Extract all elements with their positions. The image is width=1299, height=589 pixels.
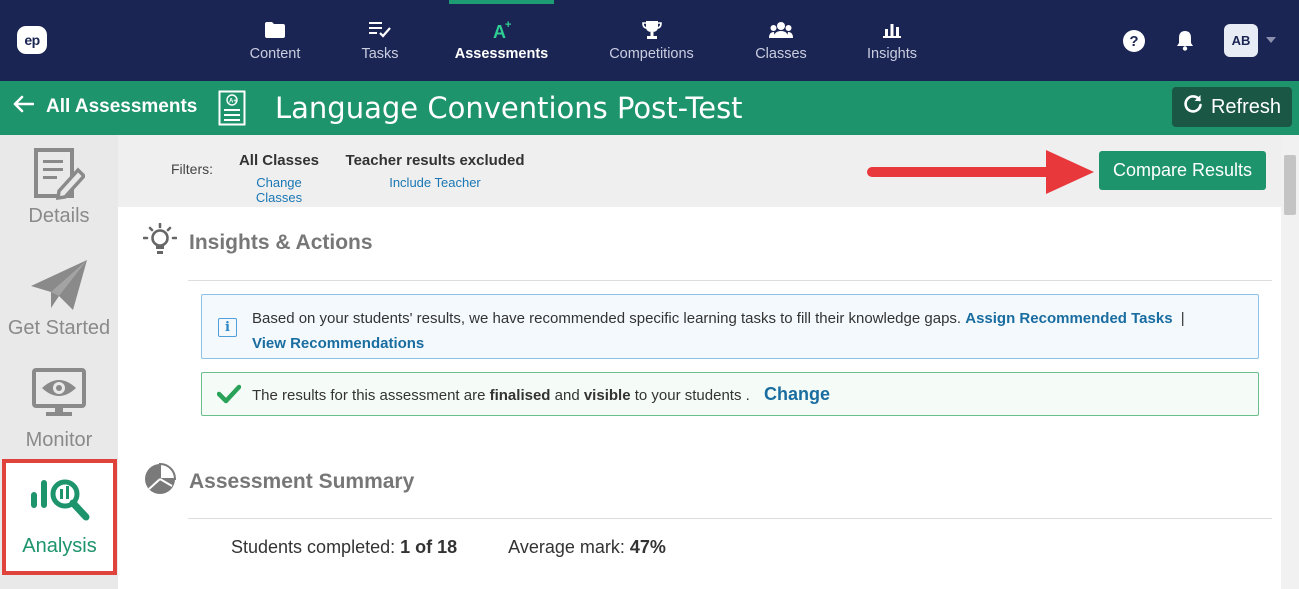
sidebar-item-analysis[interactable]: Analysis <box>2 459 117 575</box>
results-status-box: The results for this assessment are fina… <box>201 372 1259 416</box>
sidebar-item-monitor-label: Monitor <box>25 429 93 451</box>
top-navigation: ep Content Tasks A + Assessments Competit… <box>0 0 1299 81</box>
summary-heading: Assessment Summary <box>143 462 414 502</box>
compare-results-button[interactable]: Compare Results <box>1099 151 1266 190</box>
back-label: All Assessments <box>46 96 198 117</box>
refresh-label: Refresh <box>1210 95 1282 118</box>
user-avatar[interactable]: AB <box>1224 24 1258 57</box>
pie-chart-icon <box>143 462 177 502</box>
summary-heading-label: Assessment Summary <box>189 470 415 493</box>
monitor-eye-icon <box>0 363 118 423</box>
filter-bar: Filters: All Classes Change Classes Teac… <box>118 135 1281 207</box>
refresh-icon <box>1183 94 1203 120</box>
svg-text:+: + <box>505 20 511 31</box>
status-visible: visible <box>583 387 631 404</box>
bell-icon[interactable] <box>1175 29 1195 56</box>
assessment-document-icon: A+ <box>218 90 246 131</box>
recommendation-info-box: i Based on your students' results, we ha… <box>201 294 1259 359</box>
analysis-magnifier-icon <box>6 463 113 535</box>
assessment-header: All Assessments A+ Language Conventions … <box>0 81 1299 135</box>
annotation-arrow-icon <box>866 146 1098 203</box>
completed-value: 1 of 18 <box>400 537 458 557</box>
ep-logo[interactable]: ep <box>17 26 47 54</box>
svg-text:A+: A+ <box>229 99 237 105</box>
average-label: Average mark: <box>508 537 625 557</box>
nav-assessments[interactable]: A + Assessments <box>449 18 554 68</box>
average-value: 47% <box>629 537 666 557</box>
status-text-and: and <box>554 387 580 404</box>
scrollbar-thumb[interactable] <box>1284 155 1296 215</box>
nav-tasks[interactable]: Tasks <box>350 18 410 68</box>
grade-a-plus-icon: A + <box>449 18 554 42</box>
divider <box>188 518 1272 519</box>
results-status-text: The results for this assessment are fina… <box>252 384 830 405</box>
checklist-icon <box>350 18 410 42</box>
summary-stats: Students completed: 1 of 18 Average mark… <box>231 537 666 558</box>
change-visibility-link[interactable]: Change <box>764 384 830 404</box>
assign-recommended-tasks-link[interactable]: Assign Recommended Tasks <box>965 310 1172 327</box>
arrow-left-icon <box>12 95 35 119</box>
view-recommendations-link[interactable]: View Recommendations <box>252 335 424 352</box>
group-icon <box>750 18 812 42</box>
refresh-button[interactable]: Refresh <box>1172 87 1292 127</box>
sidebar-item-details[interactable]: Details <box>0 143 118 243</box>
include-teacher-link[interactable]: Include Teacher <box>340 175 530 190</box>
change-classes-link[interactable]: Change Classes <box>232 175 326 205</box>
document-edit-icon <box>0 143 118 205</box>
completed-label: Students completed: <box>231 537 396 557</box>
nav-insights-label: Insights <box>867 46 917 62</box>
lightbulb-icon <box>142 222 178 263</box>
class-filter: All Classes Change Classes <box>232 152 326 205</box>
sidebar-item-get-started[interactable]: Get Started <box>0 255 118 355</box>
class-filter-value: All Classes <box>238 152 320 169</box>
sidebar-item-get-started-label: Get Started <box>7 317 111 339</box>
bar-chart-icon <box>861 18 923 42</box>
insights-heading: Insights & Actions <box>142 222 373 263</box>
nav-assessments-label: Assessments <box>454 46 549 62</box>
nav-competitions-label: Competitions <box>609 46 694 62</box>
status-text-post: to your students . <box>634 387 750 404</box>
divider <box>188 280 1272 281</box>
sidebar-item-analysis-label: Analysis <box>22 535 97 557</box>
recommendation-text: Based on your students' results, we have… <box>252 306 1242 356</box>
checkmark-icon <box>216 384 242 409</box>
nav-competitions[interactable]: Competitions <box>600 18 703 68</box>
status-text-pre: The results for this assessment are <box>252 387 486 404</box>
chevron-down-icon[interactable] <box>1266 37 1276 43</box>
insights-heading-label: Insights & Actions <box>189 231 373 254</box>
scrollbar[interactable] <box>1281 135 1299 589</box>
link-separator: | <box>1180 310 1185 327</box>
info-icon: i <box>218 318 237 337</box>
paper-plane-icon <box>0 255 118 317</box>
help-icon[interactable]: ? <box>1123 30 1145 52</box>
filters-label: Filters: <box>171 161 213 177</box>
back-to-all-assessments[interactable]: All Assessments <box>12 95 197 119</box>
teacher-filter-value: Teacher results excluded <box>345 152 525 169</box>
status-finalised: finalised <box>489 387 551 404</box>
assessment-sidebar: Details Get Started Monitor Analysis <box>0 135 118 589</box>
page-title: Language Conventions Post-Test <box>275 91 743 125</box>
sidebar-item-monitor[interactable]: Monitor <box>0 363 118 458</box>
nav-insights[interactable]: Insights <box>861 18 923 68</box>
nav-content-label: Content <box>249 46 301 62</box>
nav-classes-label: Classes <box>755 46 807 62</box>
sidebar-item-details-label: Details <box>28 205 90 227</box>
recommendation-message: Based on your students' results, we have… <box>252 310 962 327</box>
active-tab-indicator <box>449 0 554 4</box>
nav-tasks-label: Tasks <box>361 46 399 62</box>
nav-content[interactable]: Content <box>240 18 310 68</box>
teacher-filter: Teacher results excluded Include Teacher <box>340 152 530 190</box>
trophy-icon <box>600 18 703 42</box>
folder-icon <box>240 18 310 42</box>
nav-classes[interactable]: Classes <box>750 18 812 68</box>
